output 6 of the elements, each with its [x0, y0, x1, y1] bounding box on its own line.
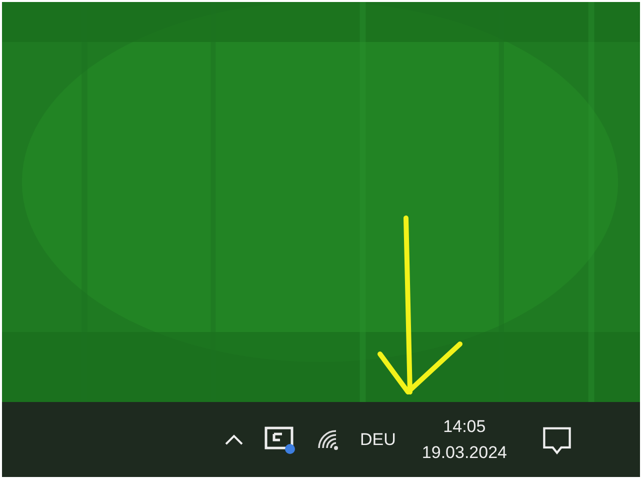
language-indicator[interactable]: DEU	[360, 430, 396, 450]
monitor-icon[interactable]	[264, 424, 298, 454]
wifi-icon[interactable]	[316, 428, 340, 452]
clock-time[interactable]: 14:05	[443, 416, 486, 436]
clock-date[interactable]: 19.03.2024	[422, 442, 507, 462]
chevron-up-icon[interactable]	[224, 434, 244, 446]
